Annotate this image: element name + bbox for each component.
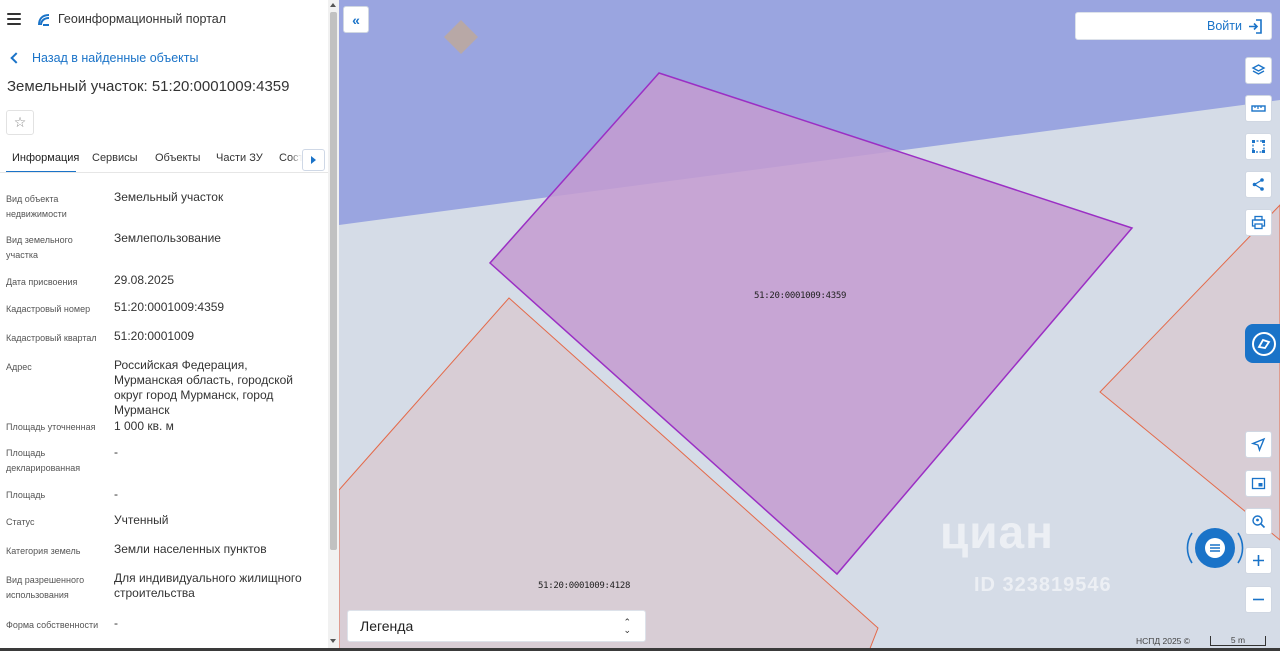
minimap-button[interactable] — [1245, 470, 1272, 497]
prop-label: Статус — [6, 517, 35, 527]
measure-button[interactable] — [1245, 95, 1272, 122]
select-area-icon — [1252, 140, 1265, 153]
back-link-label: Назад в найденные объекты — [32, 51, 199, 65]
scroll-thumb[interactable] — [330, 12, 337, 550]
info-panel: Геоинформационный портал Назад в найденн… — [0, 0, 328, 651]
prop-label: Площадь — [6, 490, 46, 500]
tab-info[interactable]: Информация — [12, 152, 79, 164]
print-button[interactable] — [1245, 209, 1272, 236]
prop-label: Вид разрешенного использования — [6, 575, 85, 600]
chat-ring-left — [1186, 532, 1193, 564]
prop-label: Категория земель — [6, 546, 81, 556]
star-icon: ☆ — [13, 114, 27, 130]
geo-search-icon — [1252, 515, 1266, 529]
collapse-panel-button[interactable]: « — [343, 6, 369, 33]
prop-label: Форма собственности — [6, 620, 99, 630]
prop-value: - — [114, 445, 118, 459]
zoom-out-icon — [1253, 598, 1264, 601]
prop-label: Площадь декларированная — [6, 448, 81, 473]
tab-fade — [290, 146, 302, 172]
prop-value: Российская Федерация, Мурманская область… — [114, 358, 293, 417]
prop-value: - — [114, 487, 118, 501]
prop-value: 29.08.2025 — [114, 273, 175, 287]
prop-value: 51:20:0001009:4359 — [114, 300, 225, 314]
chat-ring-right — [1237, 532, 1244, 564]
select-arrows-icon: ⌃ ⌄ — [623, 617, 631, 635]
menu-icon[interactable] — [7, 13, 21, 25]
panel-scrollbar[interactable] — [328, 0, 339, 651]
prop-value: - — [114, 616, 118, 630]
feedback-icon — [1252, 331, 1276, 356]
prop-value: Учтенный — [114, 513, 169, 527]
share-button[interactable] — [1245, 171, 1272, 198]
map-layers — [339, 0, 1280, 651]
top-bar: Геоинформационный портал — [0, 0, 328, 40]
prop-label: Вид земельного участка — [6, 235, 73, 260]
scale-bar: 5 m — [1210, 636, 1266, 646]
feedback-side-button[interactable] — [1245, 324, 1280, 363]
tab-parts[interactable]: Части ЗУ — [216, 152, 263, 164]
prop-value: 51:20:0001009 — [114, 329, 195, 343]
chevron-left-icon — [10, 52, 22, 64]
active-tab-indicator — [6, 171, 76, 172]
prop-value: Землепользование — [114, 231, 221, 245]
scroll-down-arrow-icon[interactable] — [330, 639, 336, 643]
prop-label: Кадастровый квартал — [6, 333, 97, 343]
login-label: Войти — [1207, 19, 1242, 33]
copyright-text: НСПД 2025 © — [1136, 636, 1191, 646]
parcel-label-selected: 51:20:0001009:4359 — [754, 291, 847, 301]
tab-services[interactable]: Сервисы — [92, 152, 138, 164]
legend-select[interactable]: Легенда ⌃ ⌄ — [347, 610, 646, 642]
share-icon — [1252, 178, 1264, 191]
chat-button[interactable] — [1186, 519, 1244, 577]
scroll-up-arrow-icon[interactable] — [330, 3, 336, 7]
prop-value: Земли населенных пунктов — [114, 542, 267, 556]
object-title: Земельный участок: 51:20:0001009:4359 — [7, 78, 290, 95]
tab-bar: Информация Сервисы Объекты Части ЗУ Сост… — [0, 145, 328, 173]
prop-label: Адрес — [6, 362, 32, 372]
layers-icon — [1251, 64, 1266, 75]
login-button[interactable]: Войти — [1075, 12, 1272, 40]
login-icon — [1249, 18, 1262, 34]
minimap-icon — [1251, 477, 1266, 490]
prop-label: Кадастровый номер — [6, 304, 91, 314]
back-to-results-link[interactable]: Назад в найденные объекты — [8, 51, 198, 65]
watermark-text: циан — [940, 506, 1054, 558]
prop-label: Вид объекта недвижимости — [6, 194, 67, 219]
locate-button[interactable] — [1245, 431, 1272, 458]
parcel-label-other: 51:20:0001009:4128 — [538, 581, 631, 591]
locate-icon — [1251, 437, 1266, 452]
chevron-right-icon — [311, 156, 316, 164]
tab-objects[interactable]: Объекты — [155, 152, 200, 164]
watermark-id: ID 323819546 — [974, 574, 1112, 596]
favorite-button[interactable]: ☆ — [6, 110, 34, 135]
zoom-in-button[interactable] — [1245, 547, 1272, 574]
prop-value: Земельный участок — [114, 190, 224, 204]
portal-logo-icon — [38, 14, 50, 26]
prop-value: Для индивидуального жилищного строительс… — [114, 571, 302, 600]
prop-label: Дата присвоения — [6, 277, 78, 287]
ruler-icon — [1251, 105, 1266, 112]
double-chevron-left-icon: « — [352, 11, 360, 28]
tab-scroll-right-button[interactable] — [302, 149, 325, 171]
select-area-button[interactable] — [1245, 133, 1272, 160]
zoom-in-icon — [1253, 555, 1264, 566]
zoom-out-button[interactable] — [1245, 586, 1272, 613]
legend-label: Легенда — [360, 618, 414, 634]
prop-value: 1 000 кв. м — [114, 419, 174, 433]
layers-button[interactable] — [1245, 57, 1272, 84]
geo-search-button[interactable] — [1245, 508, 1272, 535]
map-canvas[interactable]: 51:20:0001009:4359 51:20:0001009:4128 — [339, 0, 1280, 651]
prop-label: Площадь уточненная — [6, 422, 96, 432]
print-icon — [1251, 215, 1266, 230]
portal-title: Геоинформационный портал — [58, 12, 227, 26]
